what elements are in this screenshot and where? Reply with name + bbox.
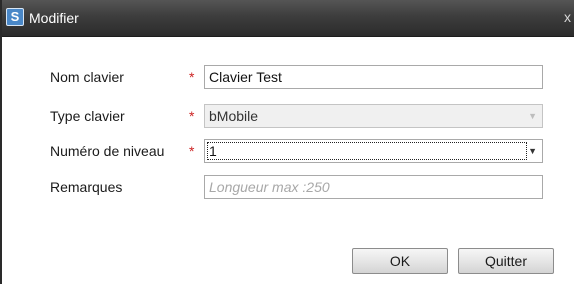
title-bar[interactable]: S Modifier x [2,0,574,37]
chevron-down-icon: ▼ [528,111,537,121]
ok-button[interactable]: OK [352,248,448,274]
close-icon[interactable]: x [564,8,574,26]
remarques-input[interactable] [204,175,543,199]
nom-clavier-label: Nom clavier [50,69,124,85]
remarques-label: Remarques [50,179,123,195]
quit-button[interactable]: Quitter [458,248,554,274]
numero-niveau-select[interactable]: 1 ▼ [204,139,543,163]
type-clavier-label: Type clavier [50,108,125,124]
numero-niveau-required-mark: * [189,143,195,159]
type-clavier-select: bMobile ▼ [204,104,543,128]
numero-niveau-value: 1 [209,143,217,159]
focus-ring [207,142,527,160]
modifier-dialog: S Modifier x Nom clavier * Type clavier … [0,0,574,284]
dialog-title: Modifier [29,10,79,26]
app-logo-icon: S [6,8,24,26]
numero-niveau-label: Numéro de niveau [50,143,165,159]
nom-clavier-required-mark: * [189,69,195,85]
chevron-down-icon[interactable]: ▼ [528,143,537,159]
type-clavier-required-mark: * [189,108,195,124]
nom-clavier-input[interactable] [204,65,543,89]
type-clavier-value: bMobile [209,108,259,124]
